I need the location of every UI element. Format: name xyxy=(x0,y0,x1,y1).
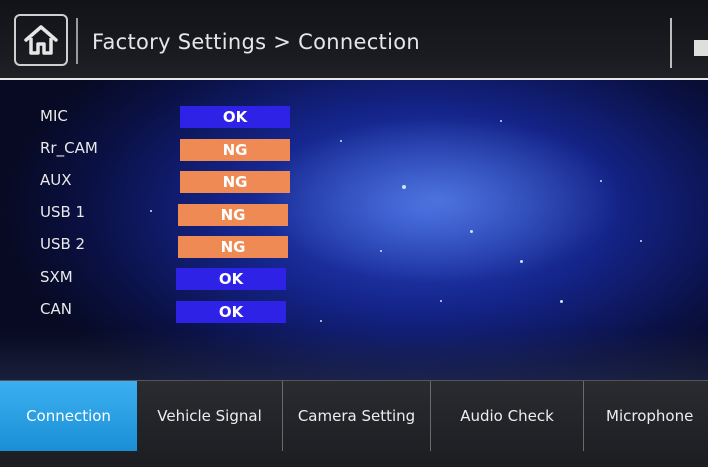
header-divider xyxy=(76,18,78,64)
breadcrumb-title: Factory Settings > Connection xyxy=(92,30,420,54)
tab-vehicle-signal[interactable]: Vehicle Signal xyxy=(137,381,283,451)
header-right-button[interactable] xyxy=(670,18,708,68)
row-label-aux: AUX xyxy=(40,171,72,189)
row-label-rr-cam: Rr_CAM xyxy=(40,139,98,157)
row-label-mic: MIC xyxy=(40,107,68,125)
bottom-gradient xyxy=(0,330,708,380)
status-badge-usb1: NG xyxy=(178,204,288,226)
head-unit-screen: Factory Settings > Connection MIC OK Rr_… xyxy=(0,0,708,467)
status-badge-sxm: OK xyxy=(176,268,286,290)
row-label-usb1: USB 1 xyxy=(40,203,86,221)
status-badge-aux: NG xyxy=(180,171,290,193)
home-icon xyxy=(24,25,58,55)
status-badge-mic: OK xyxy=(180,106,290,128)
row-label-sxm: SXM xyxy=(40,268,73,286)
tab-audio-check[interactable]: Audio Check xyxy=(431,381,584,451)
home-button[interactable] xyxy=(14,14,68,66)
status-badge-rr-cam: NG xyxy=(180,139,290,161)
status-badge-usb2: NG xyxy=(178,236,288,258)
status-badge-can: OK xyxy=(176,301,286,323)
row-label-can: CAN xyxy=(40,300,72,318)
tab-bar: Connection Vehicle Signal Camera Setting… xyxy=(0,380,708,467)
tab-connection[interactable]: Connection xyxy=(0,381,137,451)
tab-camera-setting[interactable]: Camera Setting xyxy=(283,381,431,451)
row-label-usb2: USB 2 xyxy=(40,235,86,253)
tab-microphone[interactable]: Microphone xyxy=(584,381,708,451)
square-icon xyxy=(694,40,708,56)
header-bar: Factory Settings > Connection xyxy=(0,0,708,80)
